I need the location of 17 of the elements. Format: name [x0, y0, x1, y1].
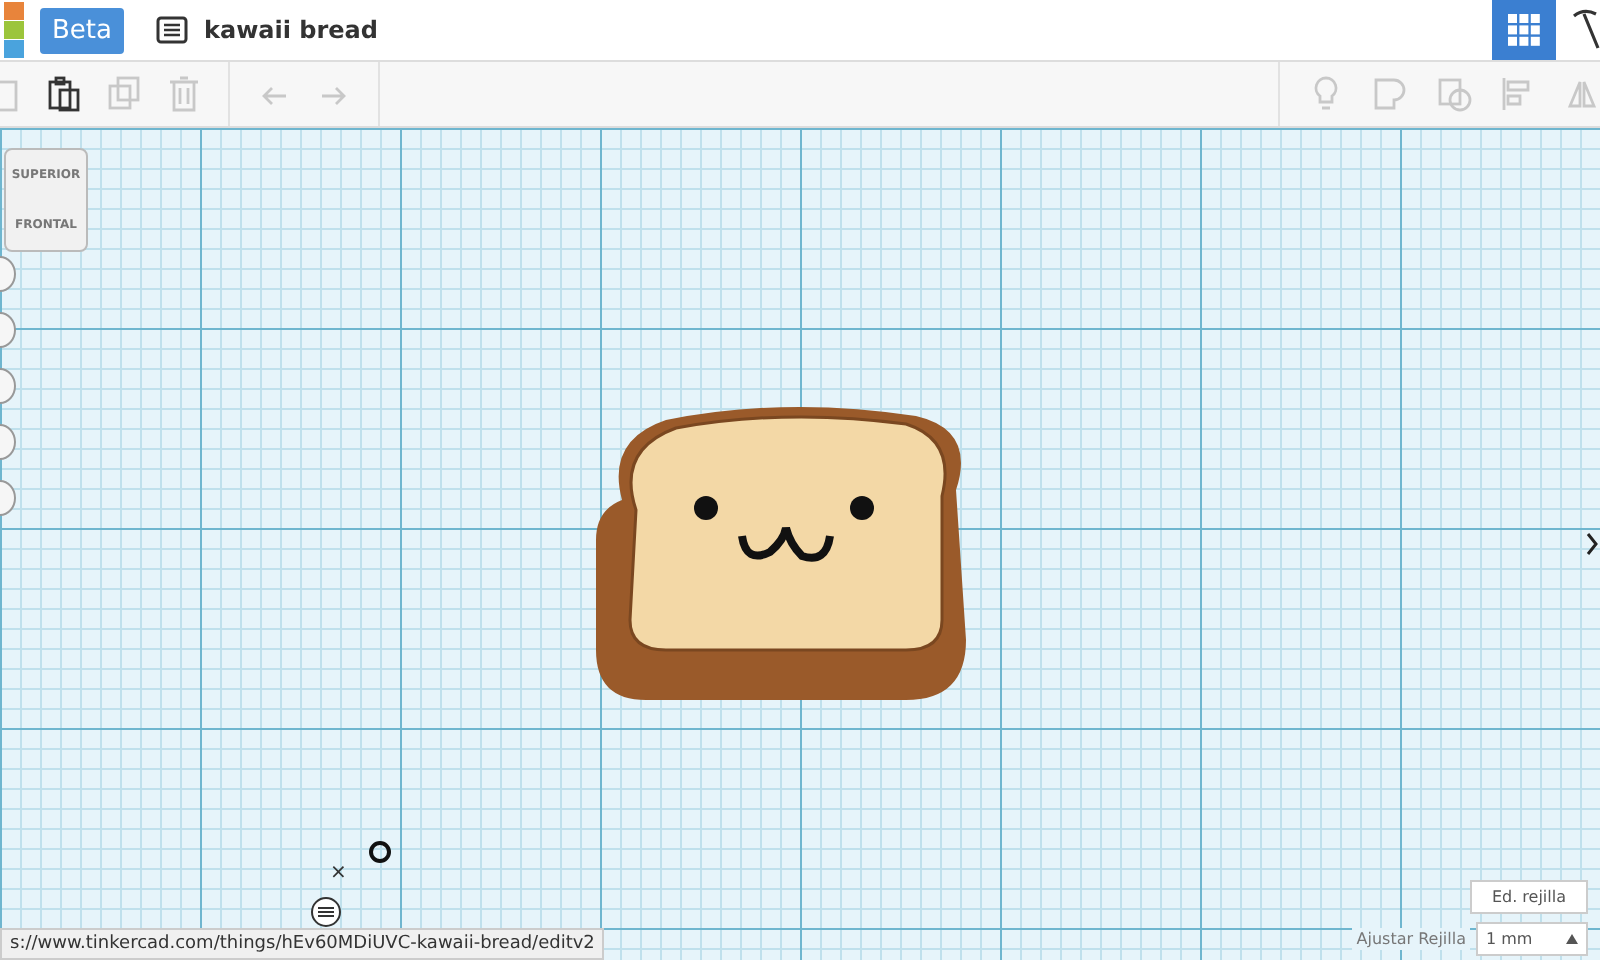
design-title: kawaii bread — [203, 16, 378, 44]
list-icon[interactable] — [155, 16, 188, 44]
close-mark[interactable]: × — [330, 862, 347, 884]
notes-icon[interactable] — [310, 896, 342, 928]
paste-icon[interactable] — [48, 76, 80, 112]
edit-grid-button[interactable]: Ed. rejilla — [1469, 880, 1588, 914]
chevron-right-icon[interactable] — [1586, 532, 1598, 556]
snap-grid-dropdown[interactable]: 1 mm — [1476, 922, 1588, 956]
logo-icon — [4, 2, 24, 58]
status-url: s://www.tinkercad.com/things/hEv60MDiUVC-kawaii-bread/editv2 — [0, 928, 605, 960]
grid-icon — [1508, 14, 1540, 46]
pickaxe-icon[interactable] — [1572, 8, 1600, 52]
origin-marker-icon — [368, 840, 392, 864]
grid-view-button[interactable] — [1492, 0, 1556, 60]
caret-icon — [1566, 934, 1578, 944]
snap-grid-label: Ajustar Rejilla — [1352, 928, 1470, 950]
beta-badge: Beta — [40, 7, 124, 53]
